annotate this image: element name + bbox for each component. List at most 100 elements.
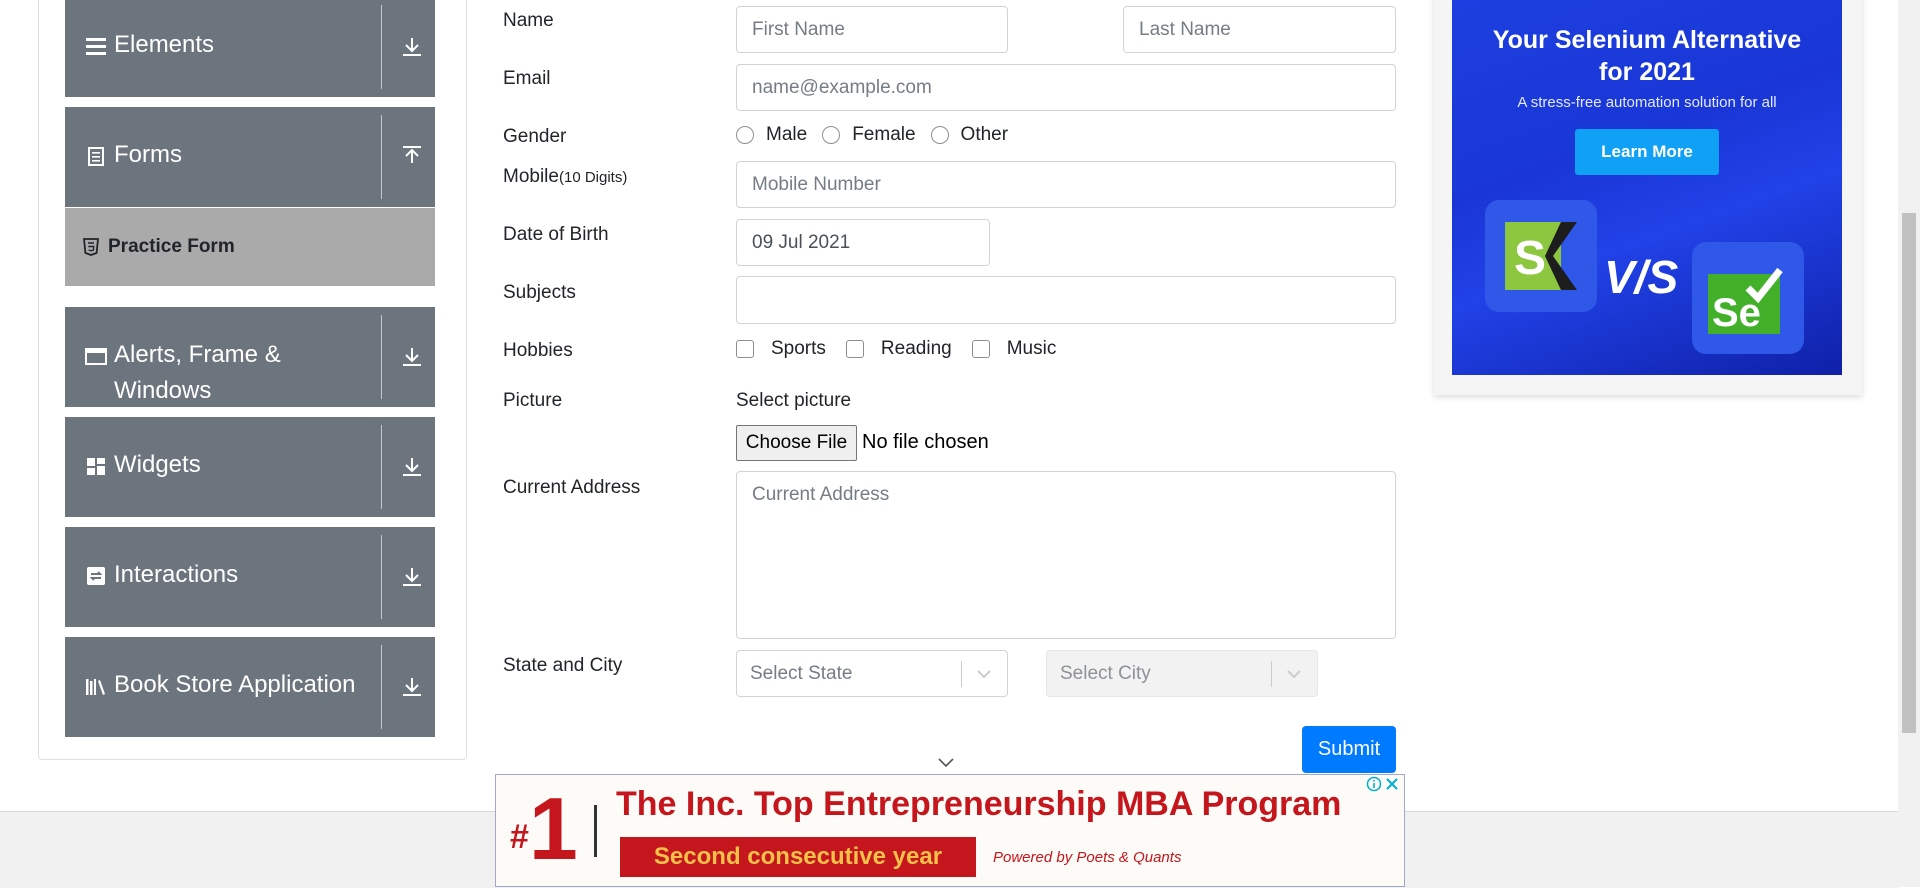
mobile-label: Mobile(10 Digits) [503, 166, 627, 188]
ad-title-line: Your Selenium Alternative [1492, 26, 1802, 54]
gender-radio-group: Male Female Other [736, 124, 1023, 146]
ad-rank: #1 [510, 779, 578, 879]
divider [381, 115, 382, 199]
sidebar-group-label: Elements [114, 31, 215, 58]
katalon-logo-text: S [1514, 232, 1546, 285]
download-arrow-icon[interactable] [401, 35, 423, 59]
state-select[interactable]: Select State [736, 650, 1008, 697]
hobby-sports-checkbox[interactable]: Sports [736, 338, 826, 360]
gender-female-radio[interactable]: Female [822, 124, 916, 146]
katalon-logo: S [1485, 200, 1597, 312]
divider [381, 645, 382, 729]
divider [381, 5, 382, 89]
city-select[interactable]: Select City [1046, 650, 1318, 697]
gender-label: Gender [503, 126, 567, 147]
interactions-icon [87, 567, 105, 585]
picture-label: Picture [503, 390, 563, 411]
info-icon[interactable] [1366, 776, 1382, 792]
download-arrow-icon[interactable] [401, 675, 423, 699]
current-address-textarea[interactable] [736, 471, 1396, 639]
vs-text: V/S [1604, 251, 1679, 303]
sidebar-group-label: Forms [114, 141, 182, 168]
learn-more-button[interactable]: Learn More [1575, 129, 1719, 175]
ad-powered-by: Powered by Poets & Quants [993, 849, 1182, 866]
choose-file-button[interactable]: Choose File [736, 425, 857, 461]
current-address-label: Current Address [503, 477, 641, 498]
select-picture-label: Select picture [736, 390, 852, 411]
gender-other-radio[interactable]: Other [930, 124, 1008, 146]
hobby-option-label: Sports [771, 338, 826, 359]
hobbies-label: Hobbies [503, 340, 573, 361]
city-select-placeholder: Select City [1060, 663, 1151, 684]
widgets-icon [87, 458, 105, 475]
ad-rank-number: 1 [528, 779, 578, 878]
scrollbar-thumb[interactable] [1902, 213, 1916, 733]
divider [381, 535, 382, 619]
ad-banner-text: Second consecutive year [620, 837, 976, 877]
first-name-input[interactable] [736, 6, 1008, 53]
mobile-hint: (10 Digits) [558, 169, 628, 186]
ad-title-line: for 2021 [1599, 58, 1695, 86]
state-city-label: State and City [503, 655, 623, 676]
checkbox[interactable] [736, 340, 754, 358]
sidebar-item-practice-form[interactable]: Practice Form [65, 208, 435, 286]
divider [381, 425, 382, 509]
radio-circle[interactable] [736, 126, 754, 144]
download-arrow-icon[interactable] [401, 345, 423, 369]
subjects-label: Subjects [503, 282, 576, 303]
sidebar-group-interactions[interactable]: Interactions [65, 527, 435, 627]
sidebar-group-book-store[interactable]: Book Store Application [65, 637, 435, 737]
bottom-ad-banner[interactable]: #1 The Inc. Top Entrepreneurship MBA Pro… [495, 774, 1405, 887]
window-icon [85, 348, 107, 365]
select-separator [961, 661, 962, 687]
email-label: Email [503, 68, 551, 89]
close-icon[interactable] [1384, 776, 1400, 792]
mobile-input[interactable] [736, 161, 1396, 208]
ad-rank-hash: # [510, 818, 529, 856]
file-status-text: No file chosen [862, 431, 989, 453]
html5-icon [83, 238, 99, 256]
ad-choices[interactable] [1366, 775, 1400, 793]
chevron-down-icon[interactable] [1285, 665, 1303, 683]
sidebar-group-label: Interactions [114, 561, 239, 588]
email-input[interactable] [736, 64, 1396, 111]
radio-circle[interactable] [930, 126, 949, 144]
selenium-logo: Se [1692, 242, 1804, 354]
hobby-option-label: Reading [880, 338, 952, 359]
upload-arrow-icon[interactable] [401, 145, 423, 169]
hobby-music-checkbox[interactable]: Music [971, 338, 1056, 360]
hobby-reading-checkbox[interactable]: Reading [845, 338, 952, 360]
dob-label: Date of Birth [503, 224, 609, 245]
divider [381, 315, 382, 399]
chevron-down-icon[interactable] [975, 665, 993, 683]
sidebar-group-label: Widgets [114, 451, 201, 478]
subjects-input[interactable] [736, 276, 1396, 324]
sidebar-group-alerts-frame-windows[interactable]: Alerts, Frame & Windows [65, 307, 435, 407]
mobile-label-text: Mobile [503, 166, 559, 187]
selenium-logo-icon: Se [1708, 267, 1783, 335]
hobbies-checkbox-group: Sports Reading Music [736, 338, 1071, 360]
download-arrow-icon[interactable] [401, 455, 423, 479]
download-arrow-icon[interactable] [401, 565, 423, 589]
sidebar-group-elements[interactable]: Elements [65, 0, 435, 97]
ad-title: Your Selenium Alternative for 2021 [1452, 24, 1842, 88]
date-of-birth-input[interactable] [736, 219, 990, 266]
chevron-down-icon[interactable] [937, 756, 955, 770]
submit-button[interactable]: Submit [1302, 726, 1396, 773]
right-ad[interactable]: Your Selenium Alternative for 2021 A str… [1452, 0, 1842, 375]
last-name-input[interactable] [1123, 6, 1396, 53]
checkbox[interactable] [845, 340, 864, 358]
sidebar-group-label: Alerts, Frame & Windows [114, 341, 281, 404]
sidebar-group-forms[interactable]: Forms [65, 107, 435, 207]
gender-male-radio[interactable]: Male [736, 124, 807, 146]
katalon-logo-icon: S [1505, 222, 1577, 290]
gender-option-label: Male [766, 124, 808, 145]
radio-circle[interactable] [822, 126, 841, 144]
checkbox[interactable] [971, 340, 990, 358]
state-select-placeholder: Select State [750, 663, 853, 684]
document-icon [88, 147, 104, 166]
sidebar-group-widgets[interactable]: Widgets [65, 417, 435, 517]
name-label: Name [503, 10, 554, 31]
ad-subtitle: A stress-free automation solution for al… [1517, 94, 1777, 111]
hamburger-icon [86, 38, 106, 55]
